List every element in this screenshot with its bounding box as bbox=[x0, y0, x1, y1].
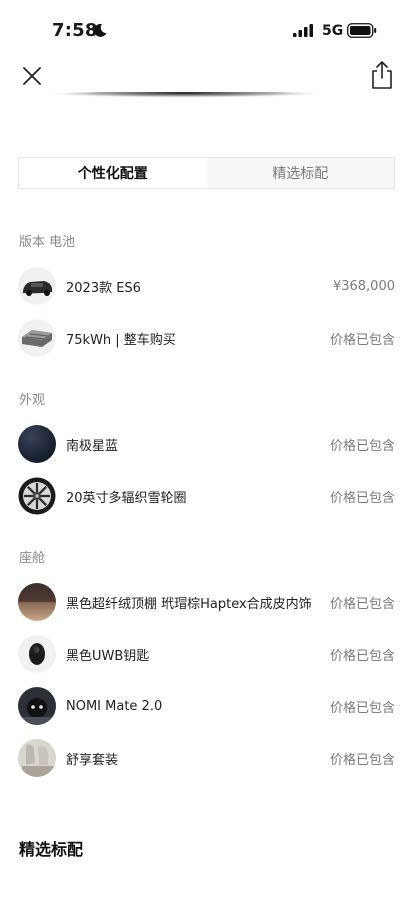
battery-icon bbox=[347, 23, 377, 38]
config-item-label: 75kWh | 整车购买 bbox=[66, 332, 176, 348]
nomi-mate-icon bbox=[18, 687, 56, 725]
close-icon[interactable] bbox=[18, 62, 46, 90]
config-item-price: 价格已包含 bbox=[329, 490, 395, 506]
battery-pack-icon bbox=[18, 319, 56, 357]
car-thumbnail-icon bbox=[18, 267, 56, 305]
key-fob-icon bbox=[18, 635, 56, 673]
tab-standard-features[interactable]: 精选标配 bbox=[207, 158, 395, 188]
config-row-key[interactable]: 黑色UWB钥匙 价格已包含 bbox=[18, 634, 395, 674]
config-item-price: 价格已包含 bbox=[329, 596, 395, 612]
config-item-label: 舒享套装 bbox=[66, 752, 119, 768]
config-item-price: 价格已包含 bbox=[329, 648, 395, 664]
config-item-label: 2023款 ES6 bbox=[66, 280, 141, 296]
config-item-price: 价格已包含 bbox=[329, 332, 395, 348]
config-row-wheels[interactable]: 20英寸多辐织雪轮圈 价格已包含 bbox=[18, 476, 395, 516]
paint-color-swatch-icon bbox=[18, 425, 56, 463]
config-item-label: 南极星蓝 bbox=[66, 438, 119, 454]
status-time: 7:58 bbox=[52, 20, 98, 41]
status-bar: 7:58 5G bbox=[0, 0, 414, 52]
tab-personalized-config[interactable]: 个性化配置 bbox=[19, 158, 207, 188]
interior-trim-icon bbox=[18, 583, 56, 621]
network-label: 5G bbox=[322, 23, 344, 39]
section-title-exterior: 外观 bbox=[19, 393, 46, 408]
signal-icon bbox=[293, 24, 313, 37]
config-item-label: NOMI Mate 2.0 bbox=[66, 698, 163, 714]
wheel-icon bbox=[18, 477, 56, 515]
config-item-label: 黑色UWB钥匙 bbox=[66, 648, 150, 664]
config-item-label: 黑色超纤绒顶棚 玳瑁棕Haptex合成皮内饰 bbox=[66, 596, 312, 612]
section-title-cabin: 座舱 bbox=[19, 551, 46, 566]
config-row-battery[interactable]: 75kWh | 整车购买 价格已包含 bbox=[18, 318, 395, 358]
standard-features-heading: 精选标配 bbox=[19, 840, 84, 859]
section-title-version-battery: 版本 电池 bbox=[19, 235, 76, 250]
config-row-version[interactable]: 2023款 ES6 ¥368,000 bbox=[18, 266, 395, 306]
config-row-comfort-package[interactable]: 舒享套装 价格已包含 bbox=[18, 738, 395, 778]
car-image-shadow bbox=[40, 92, 340, 101]
config-item-label: 20英寸多辐织雪轮圈 bbox=[66, 490, 187, 506]
config-item-price: 价格已包含 bbox=[329, 438, 395, 454]
config-tabs: 个性化配置 精选标配 bbox=[18, 157, 395, 189]
config-item-price: 价格已包含 bbox=[329, 700, 395, 716]
config-item-price: ¥368,000 bbox=[332, 278, 395, 294]
seat-icon bbox=[18, 739, 56, 777]
config-row-paint[interactable]: 南极星蓝 价格已包含 bbox=[18, 424, 395, 464]
config-row-interior[interactable]: 黑色超纤绒顶棚 玳瑁棕Haptex合成皮内饰 价格已包含 bbox=[18, 582, 395, 622]
moon-icon bbox=[94, 23, 107, 37]
share-icon[interactable] bbox=[368, 59, 396, 91]
config-item-price: 价格已包含 bbox=[329, 752, 395, 768]
config-row-nomi[interactable]: NOMI Mate 2.0 价格已包含 bbox=[18, 686, 395, 726]
